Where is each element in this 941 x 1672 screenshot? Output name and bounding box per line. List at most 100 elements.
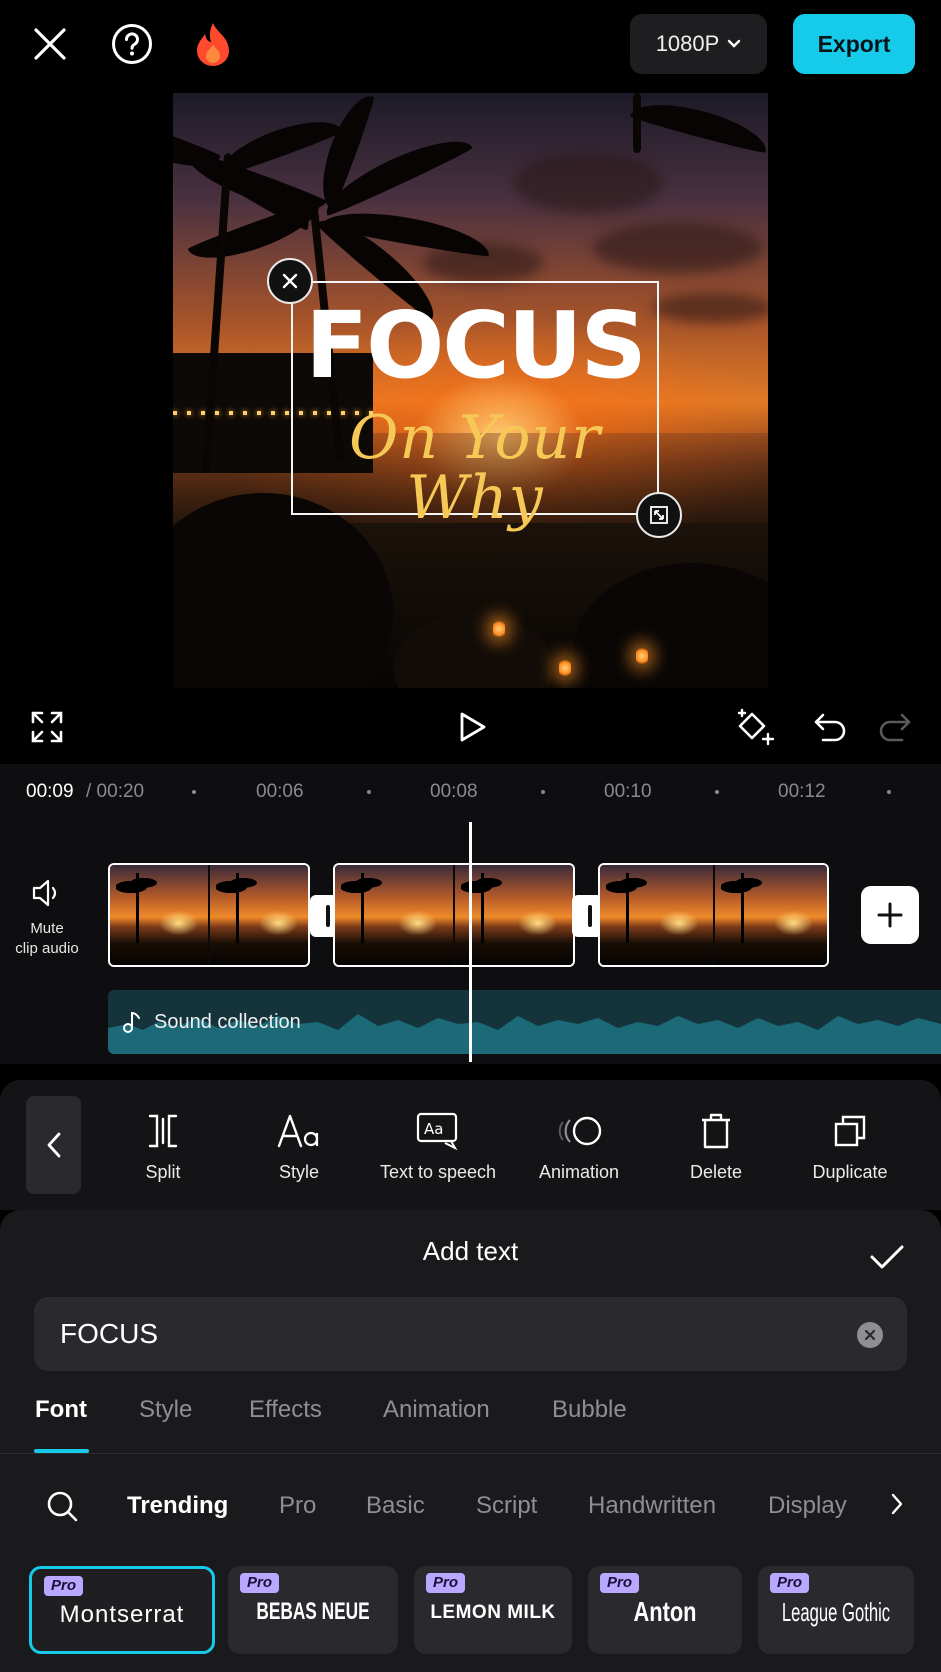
font-name: LEMON MILK	[430, 1602, 556, 1623]
confirm-button[interactable]	[862, 1232, 912, 1282]
plus-icon	[877, 902, 903, 928]
palm-silhouette	[216, 873, 266, 943]
time-tick: 00:10	[604, 781, 652, 802]
export-button[interactable]: Export	[793, 14, 915, 74]
tick-dot	[192, 790, 196, 794]
chevron-right-icon	[891, 1493, 903, 1515]
redo-button[interactable]	[870, 702, 920, 752]
delete-button[interactable]: Delete	[651, 1106, 781, 1183]
close-icon	[282, 273, 298, 289]
resolution-dropdown[interactable]: 1080P	[630, 14, 767, 74]
add-clip-button[interactable]	[861, 886, 919, 944]
back-button[interactable]	[26, 1096, 81, 1194]
more-categories-button[interactable]	[890, 1492, 904, 1521]
keyframe-button[interactable]	[730, 702, 780, 752]
split-icon	[98, 1106, 228, 1156]
text-input[interactable]: FOCUS	[34, 1297, 907, 1371]
font-card-bebas-neue[interactable]: Pro BEBAS NEUE	[228, 1566, 398, 1654]
tick-dot	[367, 790, 371, 794]
lantern	[493, 621, 505, 637]
audio-track[interactable]: Sound collection	[108, 990, 941, 1054]
resolution-label: 1080P	[655, 31, 720, 56]
palm-silhouette	[606, 873, 656, 943]
pro-badge: Pro	[240, 1573, 280, 1593]
pro-badge: Pro	[426, 1573, 466, 1593]
resize-text-handle[interactable]	[636, 492, 682, 538]
animation-button[interactable]: Animation	[514, 1106, 644, 1183]
font-name: Anton	[633, 1596, 697, 1627]
cloud	[593, 223, 763, 273]
clear-icon	[864, 1329, 876, 1341]
trending-fire-button[interactable]	[188, 19, 238, 69]
category-display[interactable]: Display	[768, 1492, 847, 1520]
play-button[interactable]	[446, 702, 496, 752]
redo-icon	[879, 713, 911, 742]
audio-track-label: Sound collection	[122, 1010, 301, 1034]
mute-label: Mute clip audio	[8, 919, 86, 959]
duplicate-button[interactable]: Duplicate	[785, 1106, 915, 1183]
clip-frame	[210, 865, 308, 965]
playhead[interactable]	[469, 822, 472, 1062]
clip-frame	[335, 865, 455, 965]
font-name: BEBAS NEUE	[256, 1598, 370, 1625]
video-clip[interactable]	[108, 863, 310, 967]
play-icon	[460, 712, 486, 742]
duplicate-label: Duplicate	[812, 1162, 888, 1182]
category-trending[interactable]: Trending	[127, 1492, 228, 1520]
text-to-speech-button[interactable]: Aa Text to speech	[373, 1106, 503, 1183]
font-card-anton[interactable]: Pro Anton	[588, 1566, 742, 1654]
close-button[interactable]	[25, 19, 75, 69]
category-handwritten[interactable]: Handwritten	[588, 1492, 716, 1520]
font-card-lemon-milk[interactable]: Pro LEMON MILK	[414, 1566, 572, 1654]
category-pro[interactable]: Pro	[279, 1492, 316, 1520]
clip-frame	[110, 865, 210, 965]
palm-leaf	[186, 198, 328, 272]
chevron-left-icon	[47, 1132, 60, 1158]
tick-dot	[541, 790, 545, 794]
video-clip[interactable]	[598, 863, 829, 967]
video-clip[interactable]	[333, 863, 575, 967]
palm-trunk	[633, 93, 641, 153]
transition-icon	[588, 905, 592, 927]
mute-clip-audio-button[interactable]: Mute clip audio	[8, 878, 86, 959]
keyframe-icon	[737, 708, 775, 746]
sheet-title: Add text	[422, 1236, 519, 1266]
remove-text-handle[interactable]	[267, 258, 313, 304]
search-icon	[47, 1491, 78, 1522]
text-to-speech-label: Text to speech	[379, 1162, 497, 1182]
time-tick: 00:12	[778, 781, 826, 802]
checkmark-icon	[870, 1245, 904, 1269]
font-card-league-gothic[interactable]: Pro League Gothic	[758, 1566, 914, 1654]
cloud	[653, 293, 768, 323]
style-button[interactable]: Style	[234, 1106, 364, 1183]
split-label: Split	[145, 1162, 181, 1182]
tab-effects[interactable]: Effects	[249, 1396, 322, 1424]
fullscreen-button[interactable]	[22, 702, 72, 752]
close-icon	[34, 28, 66, 60]
undo-button[interactable]	[805, 702, 855, 752]
trash-icon	[651, 1106, 781, 1156]
tab-bubble[interactable]: Bubble	[552, 1396, 627, 1424]
style-label: Style	[278, 1162, 320, 1182]
tabs-divider	[0, 1453, 941, 1454]
tab-animation[interactable]: Animation	[383, 1396, 490, 1424]
split-button[interactable]: Split	[98, 1106, 228, 1183]
cloud	[513, 153, 663, 213]
fullscreen-icon	[31, 711, 63, 743]
transition-icon	[326, 905, 330, 927]
font-search-button[interactable]	[44, 1488, 80, 1524]
category-script[interactable]: Script	[476, 1492, 537, 1520]
category-basic[interactable]: Basic	[366, 1492, 425, 1520]
clip-frame	[600, 865, 715, 965]
clear-text-button[interactable]	[857, 1322, 883, 1348]
animation-label: Animation	[538, 1162, 620, 1182]
resize-icon	[650, 506, 668, 524]
help-button[interactable]	[107, 19, 157, 69]
current-time: 00:09	[26, 781, 74, 802]
palm-silhouette	[341, 873, 391, 943]
chevron-down-icon	[728, 39, 741, 48]
font-card-montserrat[interactable]: Pro Montserrat	[29, 1566, 215, 1654]
tab-style[interactable]: Style	[139, 1396, 192, 1424]
tab-font[interactable]: Font	[35, 1396, 87, 1424]
audio-track-name: Sound collection	[154, 1010, 301, 1033]
